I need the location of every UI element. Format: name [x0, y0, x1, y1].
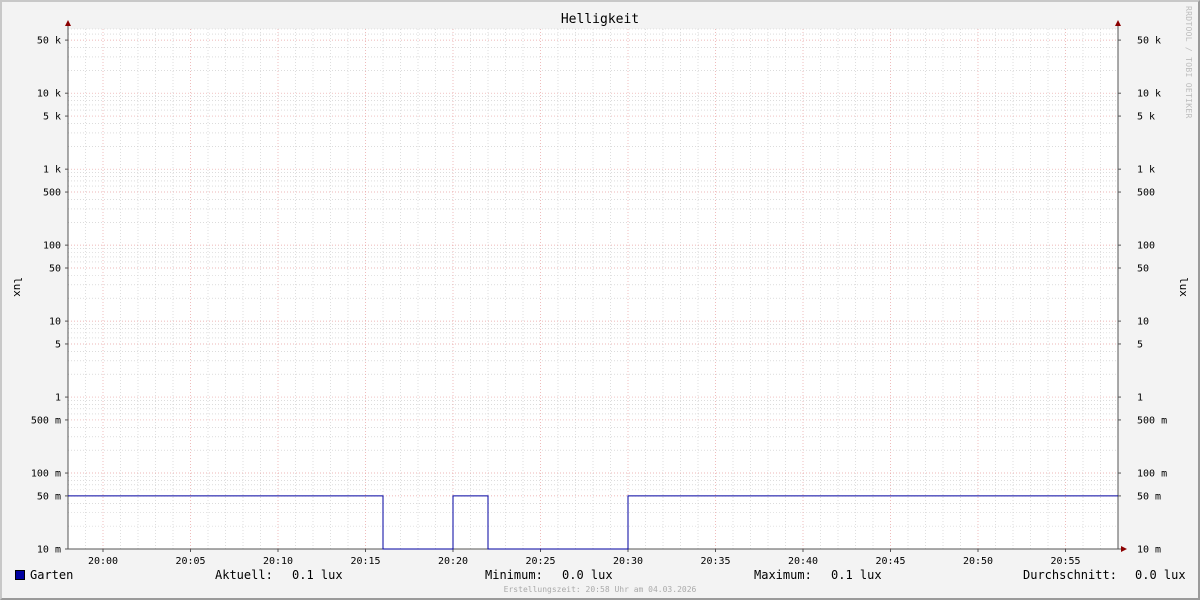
- y-tick-label-right: 50 m: [1137, 491, 1161, 502]
- y-tick-label-right: 1 k: [1137, 165, 1155, 176]
- y-tick-label-right: 100: [1137, 241, 1155, 252]
- y-tick-label-left: 50: [49, 264, 61, 275]
- x-tick-label: 20:40: [788, 556, 818, 567]
- x-tick-label: 20:35: [700, 556, 730, 567]
- legend-average-label: Durchschnitt:: [1023, 568, 1117, 582]
- x-tick-label: 20:05: [175, 556, 205, 567]
- y-tick-label-left: 1: [55, 393, 61, 404]
- x-tick-label: 20:45: [875, 556, 905, 567]
- y-tick-label-right: 5: [1137, 339, 1143, 350]
- y-tick-label-left: 50 m: [37, 491, 61, 502]
- x-tick-label: 20:00: [88, 556, 118, 567]
- legend-minimum-label: Minimum:: [485, 568, 543, 582]
- y-tick-label-left: 500 m: [31, 415, 61, 426]
- x-tick-label: 20:25: [525, 556, 555, 567]
- legend-average-value: 0.0 lux: [1135, 568, 1186, 582]
- y-tick-label-right: 10 k: [1137, 89, 1161, 100]
- x-tick-label: 20:50: [963, 556, 993, 567]
- x-axis-arrow: [1121, 546, 1127, 552]
- y-tick-label-left: 5: [55, 339, 61, 350]
- x-tick-label: 20:55: [1050, 556, 1080, 567]
- y-tick-label-left: 500: [43, 188, 61, 199]
- creation-time-footer: Erstellungszeit: 20:58 Uhr am 04.03.2026: [503, 585, 697, 594]
- y-tick-label-left: 50 k: [37, 36, 61, 47]
- legend-swatch-garten: [15, 570, 25, 580]
- y-tick-label-right: 50 k: [1137, 36, 1161, 47]
- y-tick-label-right: 100 m: [1137, 469, 1167, 480]
- legend-minimum-value: 0.0 lux: [562, 568, 613, 582]
- y-tick-label-right: 50: [1137, 264, 1149, 275]
- legend-series-name: Garten: [30, 568, 74, 582]
- rrdtool-credit: RRDTOOL / TOBI OETIKER: [1184, 6, 1193, 119]
- chart-title: Helligkeit: [561, 12, 639, 27]
- y-axis-right-arrow: [1115, 20, 1121, 26]
- x-tick-label: 20:10: [263, 556, 293, 567]
- y-axis-label-left: lux: [11, 277, 24, 297]
- y-tick-label-left: 10 k: [37, 89, 61, 100]
- legend-maximum-value: 0.1 lux: [831, 568, 882, 582]
- x-tick-label: 20:30: [613, 556, 643, 567]
- y-tick-label-right: 1: [1137, 393, 1143, 404]
- y-tick-label-left: 100: [43, 241, 61, 252]
- y-tick-label-right: 5 k: [1137, 112, 1155, 123]
- legend-current-value: 0.1 lux: [292, 568, 343, 582]
- y-tick-label-left: 100 m: [31, 469, 61, 480]
- y-tick-label-left: 1 k: [43, 165, 61, 176]
- y-tick-label-right: 10 m: [1137, 545, 1161, 556]
- graph-frame: 20:00 20:05 20:10 20:15 20:20 20:25 20:30 20:35…: [0, 0, 1200, 600]
- y-tick-label-right: 10: [1137, 317, 1149, 328]
- y-axis-label-right: lux: [1177, 277, 1190, 297]
- y-axis-left-arrow: [65, 20, 71, 26]
- y-tick-label-right: 500: [1137, 188, 1155, 199]
- y-tick-label-left: 10: [49, 317, 61, 328]
- y-tick-label-left: 10 m: [37, 545, 61, 556]
- x-tick-label: 20:15: [350, 556, 380, 567]
- chart-svg: 20:00 20:05 20:10 20:15 20:20 20:25 20:30 20:35…: [11, 12, 1190, 567]
- y-tick-label-left: 5 k: [43, 112, 61, 123]
- legend-maximum-label: Maximum:: [754, 568, 812, 582]
- y-tick-label-right: 500 m: [1137, 415, 1167, 426]
- x-tick-label: 20:20: [438, 556, 468, 567]
- legend-current-label: Aktuell:: [215, 568, 273, 582]
